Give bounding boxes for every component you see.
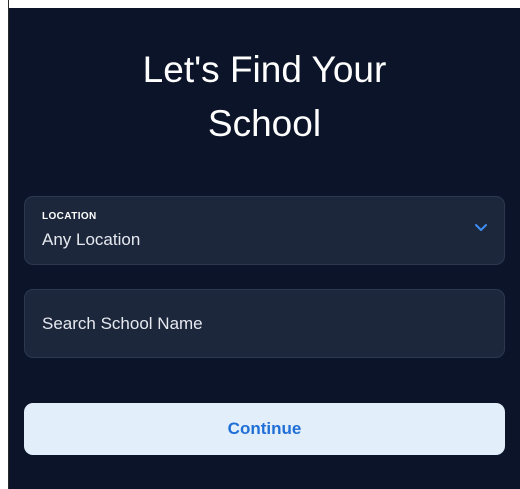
- search-school-input[interactable]: [42, 290, 482, 357]
- window-edge: [0, 0, 9, 489]
- location-dropdown[interactable]: LOCATION Any Location: [24, 196, 505, 265]
- find-school-screen: Let's Find Your School LOCATION Any Loca…: [9, 8, 520, 489]
- search-school-field[interactable]: [24, 289, 505, 358]
- location-label: LOCATION: [42, 211, 97, 222]
- location-value: Any Location: [42, 230, 141, 249]
- continue-button[interactable]: Continue: [24, 403, 505, 455]
- page-title-line-1: Let's Find Your: [142, 49, 387, 90]
- page-title: Let's Find Your School: [9, 43, 520, 151]
- chevron-down-icon[interactable]: [474, 220, 488, 234]
- page-title-line-2: School: [207, 103, 322, 144]
